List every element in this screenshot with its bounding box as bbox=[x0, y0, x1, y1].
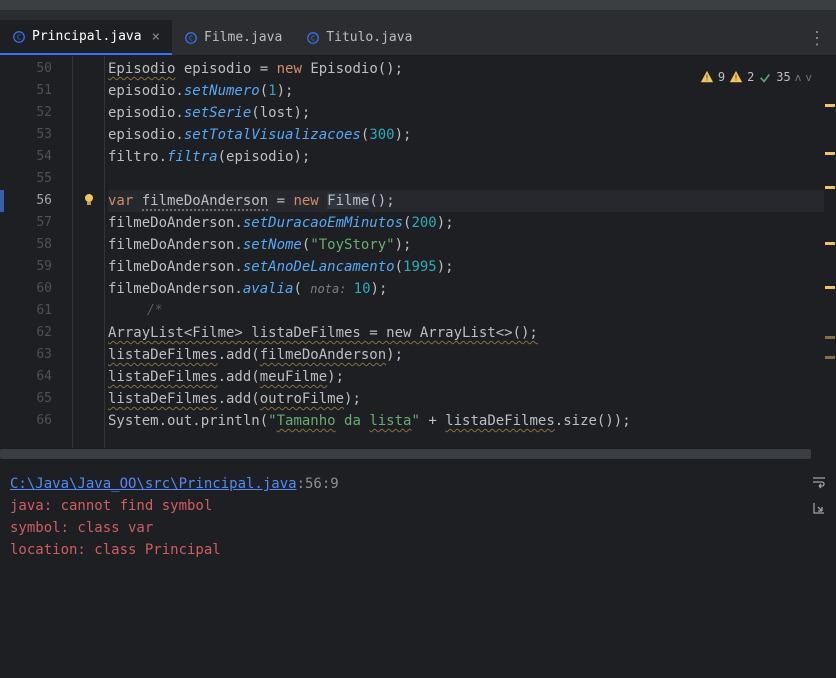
line-number: 53 bbox=[0, 124, 52, 146]
line-number: 59 bbox=[0, 256, 52, 278]
marker-warn[interactable] bbox=[825, 152, 835, 155]
code-line: filmeDoAnderson.setDuracaoEmMinutos(200)… bbox=[108, 212, 836, 234]
svg-text:!: ! bbox=[704, 74, 709, 83]
tab-label: Titulo.java bbox=[326, 30, 412, 45]
error-file-line: C:\Java\Java_OO\src\Principal.java:56:9 bbox=[10, 473, 826, 495]
weak-count: 35 bbox=[776, 70, 790, 84]
warning-count: 2 bbox=[747, 70, 754, 84]
marker-weak[interactable] bbox=[825, 356, 835, 359]
editor[interactable]: ! 9 ! 2 35 ʌ v 50 51 52 53 54 55 56 57 5… bbox=[0, 56, 836, 448]
soft-wrap-icon[interactable] bbox=[810, 473, 828, 491]
line-number: 54 bbox=[0, 146, 52, 168]
scrollbar-thumb[interactable] bbox=[0, 449, 811, 459]
marker-warn[interactable] bbox=[825, 104, 835, 107]
code-line: listaDeFilmes.add(outroFilme); bbox=[108, 388, 836, 410]
horizontal-scrollbar[interactable] bbox=[0, 448, 836, 460]
line-number: 63 bbox=[0, 344, 52, 366]
code-line: episodio.setSerie(lost); bbox=[108, 102, 836, 124]
java-file-icon: C bbox=[184, 31, 198, 45]
marker-warn[interactable] bbox=[825, 186, 835, 189]
code-line: filmeDoAnderson.setAnoDeLancamento(1995)… bbox=[108, 256, 836, 278]
inspection-widget[interactable]: ! 9 ! 2 35 ʌ v bbox=[700, 70, 812, 84]
line-number: 57 bbox=[0, 212, 52, 234]
marker-warn[interactable] bbox=[825, 286, 835, 289]
tab-label: Principal.java bbox=[32, 29, 142, 44]
close-icon[interactable]: × bbox=[152, 29, 160, 45]
tab-filme[interactable]: C Filme.java bbox=[172, 20, 294, 55]
code-area[interactable]: Episodio episodio = new Episodio(); epis… bbox=[72, 56, 836, 448]
tab-titulo[interactable]: C Titulo.java bbox=[294, 20, 424, 55]
line-gutter[interactable]: 50 51 52 53 54 55 56 57 58 59 60 61 62 6… bbox=[0, 56, 72, 448]
line-number: 65 bbox=[0, 388, 52, 410]
line-number: 56 bbox=[0, 190, 52, 212]
error-icon: ! bbox=[700, 70, 714, 84]
code-line: filmeDoAnderson.setNome("ToyStory"); bbox=[108, 234, 836, 256]
code-line: /* bbox=[108, 300, 836, 322]
scroll-to-end-icon[interactable] bbox=[810, 499, 828, 517]
warning-icon: ! bbox=[729, 70, 743, 84]
svg-text:!: ! bbox=[734, 74, 739, 83]
marker-weak[interactable] bbox=[825, 336, 835, 339]
editor-tabs: C Principal.java × C Filme.java C Titulo… bbox=[0, 20, 836, 56]
svg-text:C: C bbox=[17, 33, 21, 41]
line-number: 50 bbox=[0, 58, 52, 80]
line-number: 55 bbox=[0, 168, 52, 190]
error-count: 9 bbox=[718, 70, 725, 84]
error-stripe[interactable] bbox=[824, 56, 836, 448]
java-file-icon: C bbox=[12, 30, 26, 44]
code-line: episodio.setTotalVisualizacoes(300); bbox=[108, 124, 836, 146]
fold-comment-marker: /* bbox=[147, 300, 163, 322]
line-number: 52 bbox=[0, 102, 52, 124]
error-file-link[interactable]: C:\Java\Java_OO\src\Principal.java bbox=[10, 476, 297, 492]
error-position: :56:9 bbox=[297, 476, 339, 492]
code-line bbox=[108, 168, 836, 190]
line-number: 58 bbox=[0, 234, 52, 256]
chevron-up-icon[interactable]: ʌ bbox=[795, 71, 802, 84]
code-line: filmeDoAnderson.avalia( nota: 10); bbox=[108, 278, 836, 300]
code-line-current: var filmeDoAnderson = new Filme(); bbox=[108, 190, 836, 212]
tab-principal[interactable]: C Principal.java × bbox=[0, 20, 172, 55]
java-file-icon: C bbox=[306, 31, 320, 45]
marker-warn[interactable] bbox=[825, 242, 835, 245]
line-number: 64 bbox=[0, 366, 52, 388]
code-line: System.out.println("Tamanho da lista" + … bbox=[108, 410, 836, 432]
error-location: location: class Principal bbox=[10, 539, 826, 561]
line-number: 62 bbox=[0, 322, 52, 344]
error-symbol: symbol: class var bbox=[10, 517, 826, 539]
line-number: 51 bbox=[0, 80, 52, 102]
weak-warning-icon bbox=[758, 70, 772, 84]
line-number: 66 bbox=[0, 410, 52, 432]
line-number: 61 bbox=[0, 300, 52, 322]
code-line: filtro.filtra(episodio); bbox=[108, 146, 836, 168]
error-message: java: cannot find symbol bbox=[10, 495, 826, 517]
tabs-more-icon[interactable]: ⋮ bbox=[808, 28, 826, 49]
line-number: 60 bbox=[0, 278, 52, 300]
tab-label: Filme.java bbox=[204, 30, 282, 45]
svg-text:C: C bbox=[189, 34, 193, 42]
svg-text:C: C bbox=[311, 34, 315, 42]
title-bar-stripe bbox=[0, 0, 836, 10]
code-line: ArrayList<Filme> listaDeFilmes = new Arr… bbox=[108, 322, 836, 344]
chevron-down-icon[interactable]: v bbox=[805, 71, 812, 84]
current-line-stripe bbox=[0, 190, 4, 212]
code-line: listaDeFilmes.add(filmeDoAnderson); bbox=[108, 344, 836, 366]
code-line: listaDeFilmes.add(meuFilme); bbox=[108, 366, 836, 388]
build-output-panel[interactable]: C:\Java\Java_OO\src\Principal.java:56:9 … bbox=[0, 460, 836, 678]
